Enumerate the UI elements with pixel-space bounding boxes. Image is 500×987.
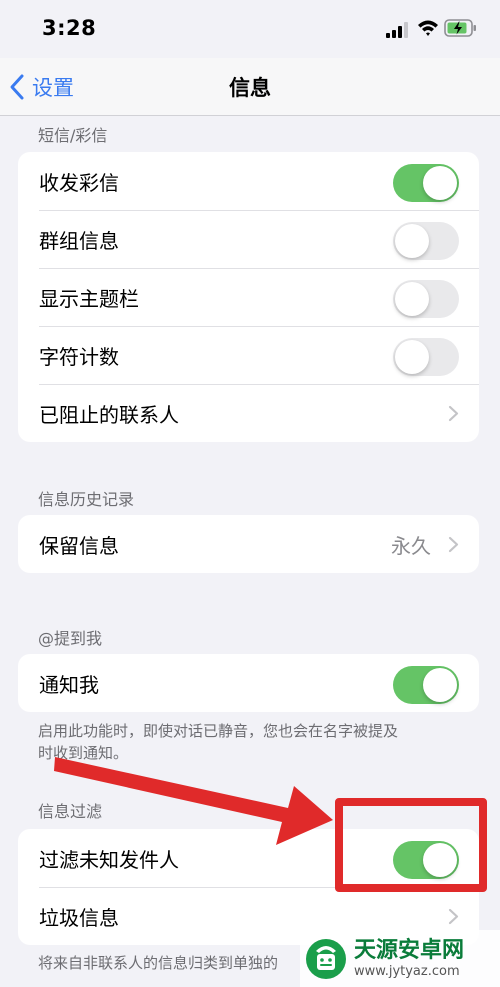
- character-count-toggle[interactable]: [393, 338, 459, 376]
- blocked-contacts-label: 已阻止的联系人: [39, 402, 179, 427]
- notify-me-row: 通知我: [18, 654, 479, 712]
- messages-settings-screen: 3:28 设置 信息 短信/彩信 收发彩信 群组信息 显示主题栏 字符计数 已阻…: [0, 0, 500, 987]
- page-title: 信息: [229, 76, 271, 100]
- character-count-label: 字符计数: [39, 344, 119, 369]
- blocked-contacts-row[interactable]: 已阻止的联系人: [18, 384, 479, 442]
- section-header-sms: 短信/彩信: [38, 126, 108, 145]
- chevron-right-icon: [448, 536, 459, 553]
- battery-charging-icon: [444, 19, 476, 37]
- keep-messages-row[interactable]: 保留信息 永久: [18, 515, 479, 573]
- keep-messages-value: 永久: [391, 533, 431, 558]
- character-count-row: 字符计数: [18, 326, 479, 384]
- mms-messaging-row: 收发彩信: [18, 152, 479, 210]
- cellular-signal-icon: [386, 22, 412, 38]
- status-bar: 3:28: [0, 0, 500, 58]
- wifi-icon: [418, 20, 438, 36]
- watermark-title: 天源安卓网: [354, 937, 465, 963]
- section-header-history: 信息历史记录: [38, 490, 135, 509]
- chevron-right-icon: [448, 908, 459, 925]
- filter-unknown-senders-toggle[interactable]: [393, 841, 459, 879]
- status-time: 3:28: [42, 16, 97, 40]
- mentions-footer-line-2: 时收到通知。: [38, 744, 129, 762]
- section-header-mentions: @提到我: [38, 629, 103, 648]
- mms-messaging-label: 收发彩信: [39, 170, 119, 195]
- group-messaging-toggle[interactable]: [393, 222, 459, 260]
- keep-messages-label: 保留信息: [39, 533, 119, 558]
- toggle-knob: [423, 166, 457, 200]
- show-subject-field-label: 显示主题栏: [39, 286, 139, 311]
- watermark-url: www.jytyaz.com: [354, 963, 460, 979]
- toggle-knob: [395, 224, 429, 258]
- watermark-text: 天源安卓网 www.jytyaz.com: [354, 938, 464, 980]
- notify-me-label: 通知我: [39, 672, 99, 697]
- filter-unknown-senders-label: 过滤未知发件人: [39, 847, 179, 872]
- history-settings-group: 保留信息 永久: [18, 515, 479, 573]
- notify-me-toggle[interactable]: [393, 666, 459, 704]
- show-subject-field-row: 显示主题栏: [18, 268, 479, 326]
- sms-settings-group: 收发彩信 群组信息 显示主题栏 字符计数 已阻止的联系人: [18, 152, 479, 442]
- toggle-knob: [423, 668, 457, 702]
- junk-messages-label: 垃圾信息: [39, 905, 119, 930]
- toggle-knob: [395, 282, 429, 316]
- section-header-filter: 信息过滤: [38, 802, 103, 821]
- show-subject-field-toggle[interactable]: [393, 280, 459, 318]
- mentions-footer-line-1: 启用此功能时，即使对话已静音，您也会在名字被提及: [38, 722, 399, 740]
- toggle-knob: [395, 340, 429, 374]
- watermark-logo-icon: [306, 938, 346, 979]
- mms-messaging-toggle[interactable]: [393, 164, 459, 202]
- group-messaging-row: 群组信息: [18, 210, 479, 268]
- mentions-settings-group: 通知我: [18, 654, 479, 712]
- toggle-knob: [423, 843, 457, 877]
- filter-unknown-senders-row: 过滤未知发件人: [18, 829, 479, 887]
- filter-settings-group: 过滤未知发件人 垃圾信息: [18, 829, 479, 945]
- mentions-footer-note: 启用此功能时，即使对话已静音，您也会在名字被提及 时收到通知。: [38, 720, 468, 764]
- watermark: 天源安卓网 www.jytyaz.com: [300, 930, 500, 987]
- group-messaging-label: 群组信息: [39, 228, 119, 253]
- navigation-bar: 设置 信息: [0, 58, 500, 116]
- chevron-right-icon: [448, 405, 459, 422]
